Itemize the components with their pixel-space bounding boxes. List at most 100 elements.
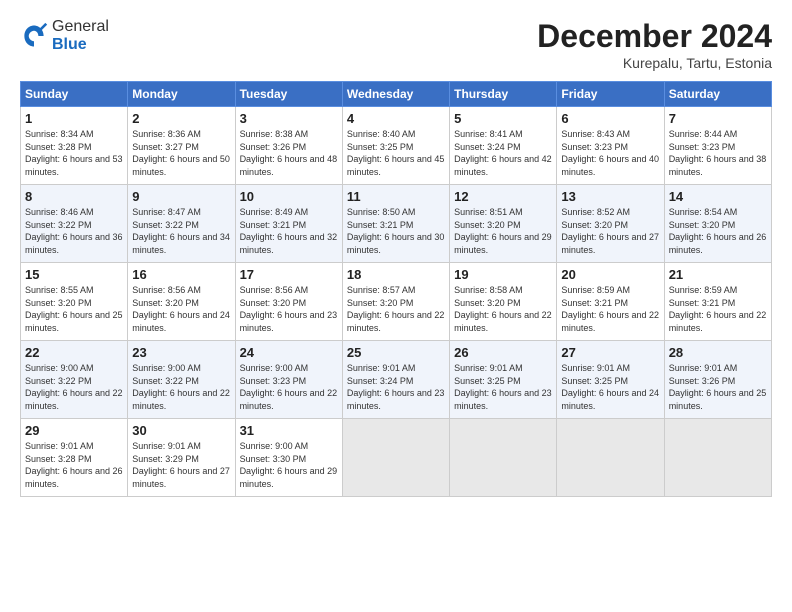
calendar-cell: 26 Sunrise: 9:01 AMSunset: 3:25 PMDaylig… [450, 341, 557, 419]
day-info: Sunrise: 8:40 AMSunset: 3:25 PMDaylight:… [347, 128, 445, 178]
calendar: SundayMondayTuesdayWednesdayThursdayFrid… [20, 81, 772, 497]
day-info: Sunrise: 8:50 AMSunset: 3:21 PMDaylight:… [347, 206, 445, 256]
day-info: Sunrise: 9:01 AMSunset: 3:25 PMDaylight:… [454, 362, 552, 412]
weekday-header-saturday: Saturday [664, 82, 771, 107]
calendar-cell: 9 Sunrise: 8:47 AMSunset: 3:22 PMDayligh… [128, 185, 235, 263]
week-row-4: 22 Sunrise: 9:00 AMSunset: 3:22 PMDaylig… [21, 341, 772, 419]
calendar-cell: 24 Sunrise: 9:00 AMSunset: 3:23 PMDaylig… [235, 341, 342, 419]
calendar-cell: 20 Sunrise: 8:59 AMSunset: 3:21 PMDaylig… [557, 263, 664, 341]
week-row-3: 15 Sunrise: 8:55 AMSunset: 3:20 PMDaylig… [21, 263, 772, 341]
calendar-cell: 5 Sunrise: 8:41 AMSunset: 3:24 PMDayligh… [450, 107, 557, 185]
header: General Blue December 2024 Kurepalu, Tar… [20, 18, 772, 71]
calendar-cell: 8 Sunrise: 8:46 AMSunset: 3:22 PMDayligh… [21, 185, 128, 263]
calendar-cell [342, 419, 449, 497]
day-number: 1 [25, 111, 123, 126]
day-number: 26 [454, 345, 552, 360]
calendar-cell: 15 Sunrise: 8:55 AMSunset: 3:20 PMDaylig… [21, 263, 128, 341]
calendar-cell: 16 Sunrise: 8:56 AMSunset: 3:20 PMDaylig… [128, 263, 235, 341]
calendar-cell: 2 Sunrise: 8:36 AMSunset: 3:27 PMDayligh… [128, 107, 235, 185]
day-number: 22 [25, 345, 123, 360]
day-info: Sunrise: 9:01 AMSunset: 3:28 PMDaylight:… [25, 440, 123, 490]
day-info: Sunrise: 9:00 AMSunset: 3:30 PMDaylight:… [240, 440, 338, 490]
calendar-cell: 13 Sunrise: 8:52 AMSunset: 3:20 PMDaylig… [557, 185, 664, 263]
calendar-cell: 7 Sunrise: 8:44 AMSunset: 3:23 PMDayligh… [664, 107, 771, 185]
day-number: 20 [561, 267, 659, 282]
day-info: Sunrise: 9:01 AMSunset: 3:25 PMDaylight:… [561, 362, 659, 412]
logo-general: General [52, 18, 109, 36]
calendar-cell: 10 Sunrise: 8:49 AMSunset: 3:21 PMDaylig… [235, 185, 342, 263]
day-number: 27 [561, 345, 659, 360]
calendar-cell: 11 Sunrise: 8:50 AMSunset: 3:21 PMDaylig… [342, 185, 449, 263]
day-info: Sunrise: 8:58 AMSunset: 3:20 PMDaylight:… [454, 284, 552, 334]
calendar-cell: 4 Sunrise: 8:40 AMSunset: 3:25 PMDayligh… [342, 107, 449, 185]
day-number: 15 [25, 267, 123, 282]
calendar-cell: 6 Sunrise: 8:43 AMSunset: 3:23 PMDayligh… [557, 107, 664, 185]
day-number: 24 [240, 345, 338, 360]
day-number: 25 [347, 345, 445, 360]
day-number: 11 [347, 189, 445, 204]
week-row-1: 1 Sunrise: 8:34 AMSunset: 3:28 PMDayligh… [21, 107, 772, 185]
day-number: 13 [561, 189, 659, 204]
day-info: Sunrise: 8:57 AMSunset: 3:20 PMDaylight:… [347, 284, 445, 334]
calendar-cell: 12 Sunrise: 8:51 AMSunset: 3:20 PMDaylig… [450, 185, 557, 263]
day-info: Sunrise: 8:55 AMSunset: 3:20 PMDaylight:… [25, 284, 123, 334]
day-number: 31 [240, 423, 338, 438]
weekday-header-tuesday: Tuesday [235, 82, 342, 107]
logo-blue: Blue [52, 36, 109, 54]
day-info: Sunrise: 9:01 AMSunset: 3:24 PMDaylight:… [347, 362, 445, 412]
day-number: 21 [669, 267, 767, 282]
day-number: 23 [132, 345, 230, 360]
logo-icon [20, 22, 48, 50]
calendar-cell: 28 Sunrise: 9:01 AMSunset: 3:26 PMDaylig… [664, 341, 771, 419]
logo-text: General Blue [52, 18, 109, 53]
day-number: 28 [669, 345, 767, 360]
day-number: 12 [454, 189, 552, 204]
calendar-cell: 22 Sunrise: 9:00 AMSunset: 3:22 PMDaylig… [21, 341, 128, 419]
day-number: 30 [132, 423, 230, 438]
day-info: Sunrise: 8:49 AMSunset: 3:21 PMDaylight:… [240, 206, 338, 256]
logo: General Blue [20, 18, 109, 53]
day-number: 5 [454, 111, 552, 126]
day-number: 18 [347, 267, 445, 282]
calendar-cell: 3 Sunrise: 8:38 AMSunset: 3:26 PMDayligh… [235, 107, 342, 185]
calendar-cell: 31 Sunrise: 9:00 AMSunset: 3:30 PMDaylig… [235, 419, 342, 497]
calendar-cell: 19 Sunrise: 8:58 AMSunset: 3:20 PMDaylig… [450, 263, 557, 341]
title-block: December 2024 Kurepalu, Tartu, Estonia [537, 18, 772, 71]
week-row-2: 8 Sunrise: 8:46 AMSunset: 3:22 PMDayligh… [21, 185, 772, 263]
day-number: 10 [240, 189, 338, 204]
day-info: Sunrise: 8:56 AMSunset: 3:20 PMDaylight:… [132, 284, 230, 334]
calendar-cell [557, 419, 664, 497]
day-info: Sunrise: 8:36 AMSunset: 3:27 PMDaylight:… [132, 128, 230, 178]
day-number: 17 [240, 267, 338, 282]
weekday-header-thursday: Thursday [450, 82, 557, 107]
day-info: Sunrise: 8:44 AMSunset: 3:23 PMDaylight:… [669, 128, 767, 178]
calendar-cell: 18 Sunrise: 8:57 AMSunset: 3:20 PMDaylig… [342, 263, 449, 341]
day-number: 29 [25, 423, 123, 438]
day-info: Sunrise: 8:56 AMSunset: 3:20 PMDaylight:… [240, 284, 338, 334]
day-info: Sunrise: 8:59 AMSunset: 3:21 PMDaylight:… [561, 284, 659, 334]
weekday-header-friday: Friday [557, 82, 664, 107]
day-number: 2 [132, 111, 230, 126]
calendar-cell: 30 Sunrise: 9:01 AMSunset: 3:29 PMDaylig… [128, 419, 235, 497]
day-info: Sunrise: 8:54 AMSunset: 3:20 PMDaylight:… [669, 206, 767, 256]
day-number: 6 [561, 111, 659, 126]
calendar-cell: 23 Sunrise: 9:00 AMSunset: 3:22 PMDaylig… [128, 341, 235, 419]
weekday-header-monday: Monday [128, 82, 235, 107]
day-info: Sunrise: 8:41 AMSunset: 3:24 PMDaylight:… [454, 128, 552, 178]
calendar-cell: 14 Sunrise: 8:54 AMSunset: 3:20 PMDaylig… [664, 185, 771, 263]
day-number: 3 [240, 111, 338, 126]
calendar-cell: 25 Sunrise: 9:01 AMSunset: 3:24 PMDaylig… [342, 341, 449, 419]
day-info: Sunrise: 8:43 AMSunset: 3:23 PMDaylight:… [561, 128, 659, 178]
calendar-cell: 27 Sunrise: 9:01 AMSunset: 3:25 PMDaylig… [557, 341, 664, 419]
day-number: 19 [454, 267, 552, 282]
day-info: Sunrise: 9:01 AMSunset: 3:29 PMDaylight:… [132, 440, 230, 490]
calendar-cell [664, 419, 771, 497]
day-number: 16 [132, 267, 230, 282]
main-title: December 2024 [537, 18, 772, 55]
subtitle: Kurepalu, Tartu, Estonia [537, 55, 772, 71]
day-number: 4 [347, 111, 445, 126]
day-info: Sunrise: 9:00 AMSunset: 3:22 PMDaylight:… [132, 362, 230, 412]
day-info: Sunrise: 9:00 AMSunset: 3:22 PMDaylight:… [25, 362, 123, 412]
page: General Blue December 2024 Kurepalu, Tar… [0, 0, 792, 612]
day-info: Sunrise: 8:59 AMSunset: 3:21 PMDaylight:… [669, 284, 767, 334]
